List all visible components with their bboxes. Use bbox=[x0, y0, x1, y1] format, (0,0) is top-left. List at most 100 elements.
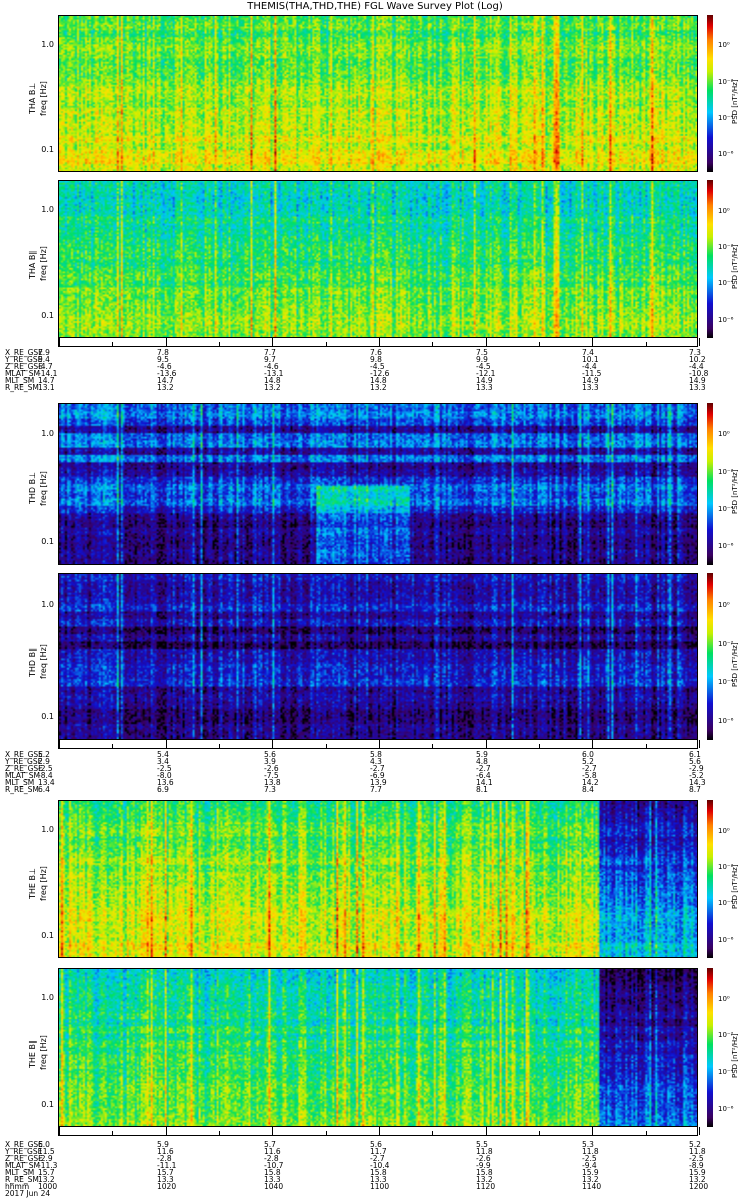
colorbar-tick-label: 10⁰ bbox=[718, 994, 730, 1003]
panel-label: THE B∥ bbox=[28, 1039, 37, 1068]
ephemeris-row-name: R_RE_SM bbox=[5, 383, 39, 392]
x-tick bbox=[325, 744, 327, 748]
ephemeris-value: 1140 bbox=[582, 1182, 602, 1191]
spectrogram-panel bbox=[58, 573, 698, 740]
spectrogram-image bbox=[59, 181, 697, 337]
ephemeris-value: 13.3 bbox=[476, 383, 493, 392]
x-tick bbox=[592, 740, 594, 748]
ephemeris-value: 6.9 bbox=[157, 785, 169, 794]
x-tick bbox=[165, 1127, 167, 1135]
y-axis-label: freq [Hz] bbox=[39, 80, 48, 116]
colorbar-unit-label: PSD [nT²/Hz] bbox=[731, 641, 739, 687]
colorbar-tick-label: 10⁰ bbox=[718, 430, 730, 439]
y-tick-label: 1.0 bbox=[41, 40, 54, 50]
x-tick bbox=[485, 740, 487, 748]
ephemeris-value: 8.4 bbox=[582, 785, 594, 794]
colorbar-unit-label: PSD [nT²/Hz] bbox=[731, 78, 739, 124]
ephemeris-value: 1040 bbox=[264, 1182, 284, 1191]
y-tick-label: 0.1 bbox=[41, 311, 54, 321]
colorbar bbox=[707, 800, 713, 958]
x-tick bbox=[592, 338, 594, 346]
spectrogram-image bbox=[59, 801, 697, 957]
x-tick bbox=[379, 338, 380, 346]
x-tick bbox=[165, 740, 167, 748]
x-tick bbox=[485, 338, 487, 346]
ephemeris-value: 8.7 bbox=[689, 785, 701, 794]
ephemeris-value: 7.7 bbox=[370, 785, 382, 794]
x-tick bbox=[432, 744, 434, 748]
colorbar-tick-label: 10⁰ bbox=[718, 826, 730, 835]
x-tick bbox=[272, 740, 274, 748]
spectrogram-image bbox=[59, 574, 697, 739]
ephemeris-value: 1200 bbox=[689, 1182, 709, 1191]
ephemeris-value: 13.2 bbox=[370, 383, 387, 392]
x-tick bbox=[379, 740, 380, 748]
y-tick-label: 0.1 bbox=[41, 931, 54, 941]
panel-label: THD B⊥ bbox=[28, 471, 37, 504]
x-tick bbox=[592, 1127, 594, 1135]
colorbar bbox=[707, 573, 713, 740]
plot-title: THEMIS(THA,THD,THE) FGL Wave Survey Plot… bbox=[247, 1, 503, 12]
x-tick bbox=[699, 740, 700, 748]
ephemeris-value: 1020 bbox=[157, 1182, 177, 1191]
y-axis-label: freq [Hz] bbox=[39, 643, 48, 679]
y-axis-label: freq [Hz] bbox=[39, 1034, 48, 1070]
x-tick bbox=[112, 744, 114, 748]
panel-label: THA B⊥ bbox=[28, 82, 37, 114]
x-axis bbox=[58, 1127, 700, 1136]
y-tick-label: 1.0 bbox=[41, 599, 54, 609]
panel-label: THA B∥ bbox=[28, 250, 37, 279]
colorbar bbox=[707, 15, 713, 172]
colorbar-tick-label: 10⁰ bbox=[718, 206, 730, 215]
x-tick bbox=[379, 1127, 380, 1135]
x-tick bbox=[325, 1131, 327, 1135]
spectrogram-image bbox=[59, 969, 697, 1126]
colorbar-tick-label: 10⁻⁶ bbox=[718, 1104, 734, 1113]
ephemeris-value: 7.3 bbox=[264, 785, 276, 794]
x-tick bbox=[432, 1131, 434, 1135]
x-axis bbox=[58, 338, 700, 347]
y-axis-label: freq [Hz] bbox=[39, 866, 48, 901]
y-tick-label: 1.0 bbox=[41, 993, 54, 1003]
colorbar-tick-label: 10⁻⁶ bbox=[718, 149, 734, 158]
x-tick bbox=[59, 740, 60, 748]
panel-label: THE B⊥ bbox=[28, 868, 37, 899]
x-tick bbox=[165, 338, 167, 346]
spectrogram-image bbox=[59, 404, 697, 564]
colorbar bbox=[707, 180, 713, 338]
colorbar-unit-label: PSD [nT²/Hz] bbox=[731, 1032, 739, 1078]
ephemeris-value: 13.3 bbox=[689, 383, 706, 392]
ephemeris-value: 13.2 bbox=[264, 383, 281, 392]
ephemeris-value: 13.1 bbox=[38, 383, 55, 392]
panel-label: THD B∥ bbox=[28, 647, 37, 677]
x-tick bbox=[485, 1127, 487, 1135]
ephemeris-value: 6.4 bbox=[38, 785, 50, 794]
wave-survey-plot: THEMIS(THA,THD,THE) FGL Wave Survey Plot… bbox=[0, 0, 750, 1200]
x-tick bbox=[112, 1131, 114, 1135]
x-tick bbox=[325, 342, 327, 346]
ephemeris-value: 8.1 bbox=[476, 785, 488, 794]
x-tick bbox=[272, 1127, 274, 1135]
spectrogram-image bbox=[59, 16, 697, 171]
ephemeris-value: 1120 bbox=[476, 1182, 496, 1191]
colorbar-tick-label: 10⁻⁶ bbox=[718, 542, 734, 551]
y-tick-label: 0.1 bbox=[41, 1099, 54, 1109]
date-label: 2017 Jun 24 bbox=[5, 1189, 51, 1198]
x-tick bbox=[219, 342, 220, 346]
x-tick bbox=[432, 342, 434, 346]
colorbar-tick-label: 10⁰ bbox=[718, 601, 730, 610]
colorbar bbox=[707, 403, 713, 565]
y-tick-label: 1.0 bbox=[41, 428, 54, 438]
x-tick bbox=[112, 342, 114, 346]
x-tick bbox=[645, 1131, 647, 1135]
spectrogram-panel bbox=[58, 15, 698, 172]
y-axis-label: freq [Hz] bbox=[39, 246, 48, 281]
colorbar-unit-label: PSD [nT²/Hz] bbox=[731, 864, 739, 909]
colorbar-unit-label: PSD [nT²/Hz] bbox=[731, 244, 739, 289]
spectrogram-panel bbox=[58, 180, 698, 338]
x-tick bbox=[645, 744, 647, 748]
x-tick bbox=[539, 744, 540, 748]
colorbar-tick-label: 10⁻⁶ bbox=[718, 935, 734, 944]
colorbar-tick-label: 10⁰ bbox=[718, 41, 730, 50]
y-tick-label: 0.1 bbox=[41, 711, 54, 721]
